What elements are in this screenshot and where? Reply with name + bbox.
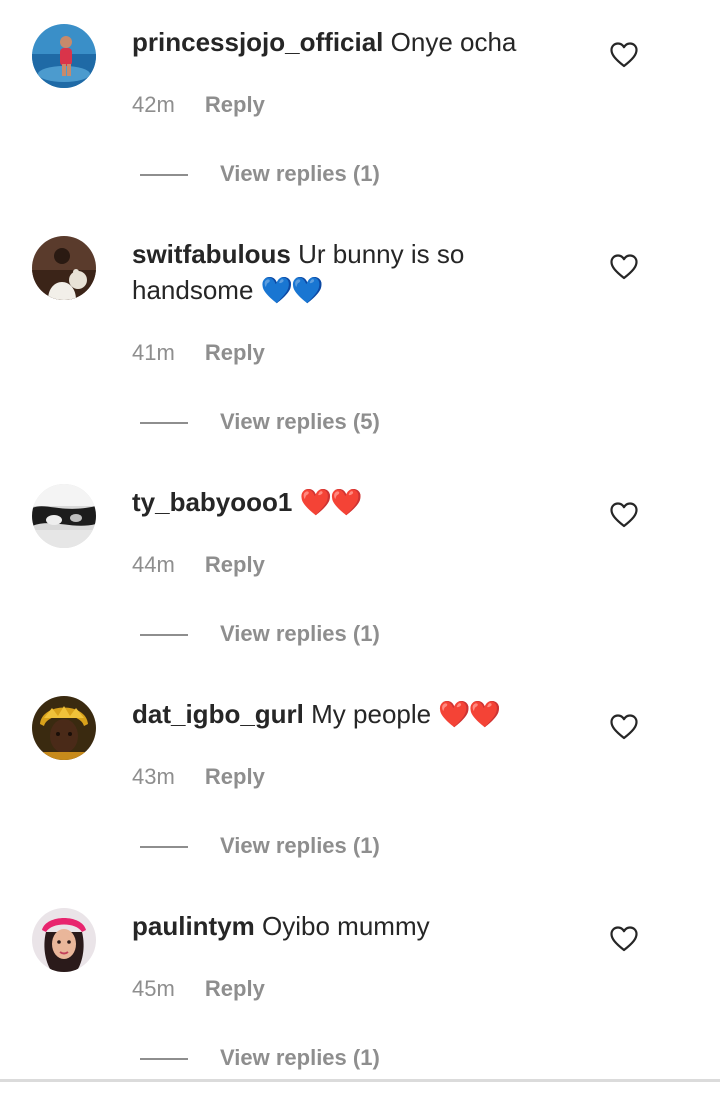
reply-button[interactable]: Reply: [205, 92, 265, 117]
comment-username[interactable]: dat_igbo_gurl: [132, 699, 304, 729]
reply-button[interactable]: Reply: [205, 340, 265, 365]
comment-timestamp: 45m: [132, 976, 175, 1001]
replies-divider-line: [140, 422, 188, 424]
view-replies-button[interactable]: View replies (1): [220, 833, 380, 859]
like-heart-icon[interactable]: [610, 42, 638, 68]
comment-text: paulintym Oyibo mummy: [132, 908, 572, 944]
comment-timestamp: 41m: [132, 340, 175, 365]
red-heart-emoji: ❤️❤️: [299, 487, 363, 517]
blue-heart-emoji: 💙💙: [260, 275, 324, 305]
comment-timestamp: 43m: [132, 764, 175, 789]
comment-item: paulintym Oyibo mummy 45m Reply View rep…: [0, 884, 720, 1096]
comment-text: princessjojo_official Onye ocha: [132, 24, 572, 60]
like-heart-icon[interactable]: [610, 502, 638, 528]
comment-meta: 44m Reply: [132, 552, 265, 578]
comment-body: My people: [311, 699, 432, 729]
comment-username[interactable]: princessjojo_official: [132, 27, 383, 57]
comment-meta: 43m Reply: [132, 764, 265, 790]
replies-divider-line: [140, 1058, 188, 1060]
comment-meta: 42m Reply: [132, 92, 265, 118]
comment-body: Onye ocha: [390, 27, 517, 57]
comment-timestamp: 44m: [132, 552, 175, 577]
avatar[interactable]: [32, 24, 96, 88]
replies-divider-line: [140, 174, 188, 176]
comment-item: princessjojo_official Onye ocha 42m Repl…: [0, 0, 720, 212]
comment-username[interactable]: ty_babyooo1: [132, 487, 292, 517]
like-heart-icon[interactable]: [610, 254, 638, 280]
comment-item: dat_igbo_gurl My people ❤️❤️ 43m Reply V…: [0, 672, 720, 884]
comment-timestamp: 42m: [132, 92, 175, 117]
avatar[interactable]: [32, 484, 96, 548]
view-replies-button[interactable]: View replies (1): [220, 161, 380, 187]
comment-text: dat_igbo_gurl My people ❤️❤️: [132, 696, 572, 732]
avatar[interactable]: [32, 236, 96, 300]
comment-meta: 45m Reply: [132, 976, 265, 1002]
like-heart-icon[interactable]: [610, 714, 638, 740]
comment-username[interactable]: paulintym: [132, 911, 255, 941]
reply-button[interactable]: Reply: [205, 552, 265, 577]
view-replies-button[interactable]: View replies (1): [220, 621, 380, 647]
comment-item: ty_babyooo1 ❤️❤️ 44m Reply View replies …: [0, 460, 720, 672]
reply-button[interactable]: Reply: [205, 976, 265, 1001]
view-replies-button[interactable]: View replies (5): [220, 409, 380, 435]
red-heart-emoji: ❤️❤️: [438, 699, 501, 729]
comment-username[interactable]: switfabulous: [132, 239, 291, 269]
comment-text: switfabulous Ur bunny is so handsome 💙💙: [132, 236, 572, 308]
comment-meta: 41m Reply: [132, 340, 265, 366]
replies-divider-line: [140, 634, 188, 636]
comment-body: Oyibo mummy: [262, 911, 430, 941]
avatar[interactable]: [32, 696, 96, 760]
view-replies-button[interactable]: View replies (1): [220, 1045, 380, 1071]
like-heart-icon[interactable]: [610, 926, 638, 952]
comment-item: switfabulous Ur bunny is so handsome 💙💙 …: [0, 212, 720, 434]
replies-divider-line: [140, 846, 188, 848]
comment-text: ty_babyooo1 ❤️❤️: [132, 484, 572, 520]
reply-button[interactable]: Reply: [205, 764, 265, 789]
avatar[interactable]: [32, 908, 96, 972]
